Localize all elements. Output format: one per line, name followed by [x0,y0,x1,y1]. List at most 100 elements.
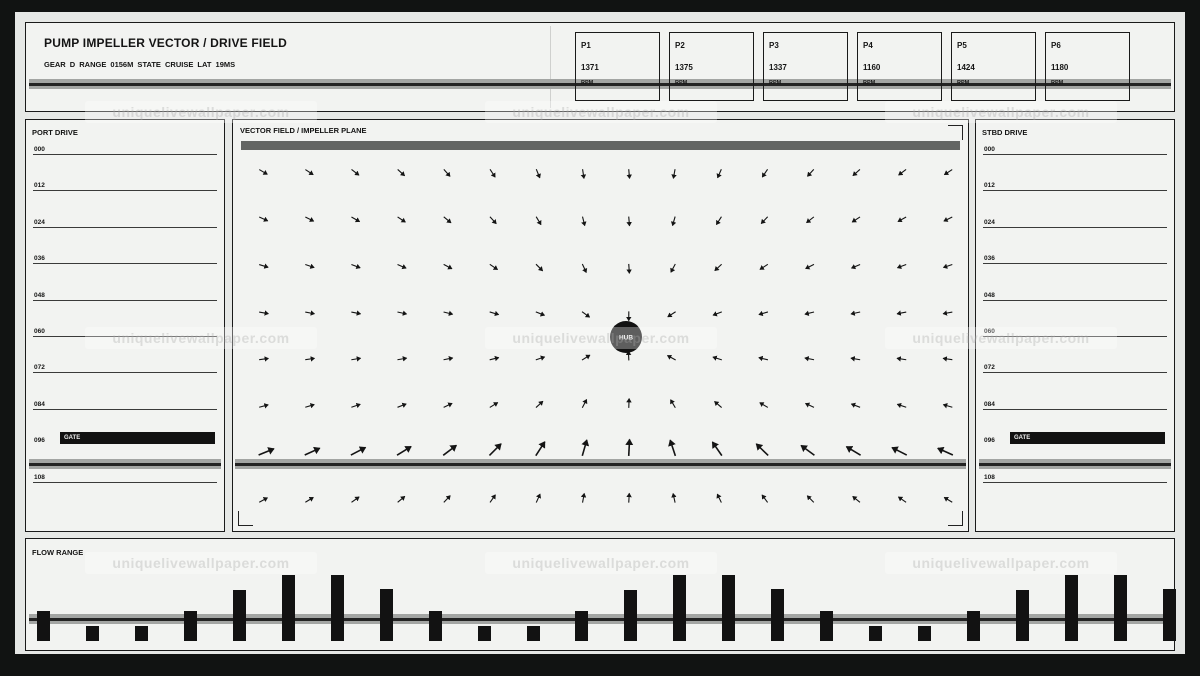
gate-marker: GATE [60,432,215,445]
watermark: uniquelivewallpaper.com [85,327,317,349]
scale-tick-label: 024 [984,218,995,226]
gate-marker: GATE [1010,432,1165,445]
vector-arrow [850,402,860,408]
vector-arrow [396,495,405,503]
watermark: uniquelivewallpaper.com [485,101,717,123]
vector-arrow [489,310,499,316]
vector-arrow [670,215,676,226]
vector-arrow [303,446,320,456]
vector-arrow [442,402,453,408]
vector-arrow [489,168,496,178]
vector-arrow [624,438,633,456]
pump-rpm-unit: RPM [769,80,782,86]
flow-bar [1162,589,1176,641]
vector-arrow [350,495,360,503]
vector-arrow [711,355,722,361]
vector-arrow [350,168,359,176]
vector-arrow [442,310,453,316]
flow-range-title: FLOW RANGE [32,548,84,557]
scale-line [983,263,1167,265]
scale-line [983,372,1167,374]
pump-rpm-value: 1180 [1051,63,1069,72]
pump-label: P6 [1051,41,1061,50]
vector-arrow [489,493,496,503]
vector-arrow [757,355,768,361]
vector-arrow [890,446,907,456]
vector-arrow [625,216,632,226]
flow-bar [869,626,883,641]
vector-arrow [581,263,587,273]
pump-card-3: P3 1337 RPM [763,32,848,101]
scale-tick-label: 000 [984,146,995,153]
vector-arrow [580,215,586,226]
scale-line [33,226,217,228]
flow-bar [477,626,491,641]
scale-row: 024 [33,219,217,255]
pump-rpm-unit: RPM [675,80,688,86]
scale-tick-label: 060 [34,327,45,335]
vector-arrow [258,309,269,316]
vector-arrow [625,263,632,274]
vector-arrow [711,440,723,456]
vector-arrow [852,168,860,176]
vector-arrow [442,444,457,456]
vector-arrow [304,496,314,503]
pump-rpm-value: 1371 [581,63,599,72]
vector-arrow [535,215,541,225]
scale-tick-label: 012 [34,182,45,190]
vector-arrow [942,355,952,362]
flow-bar [771,589,785,641]
vector-arrow [851,215,860,223]
pump-card-1: P1 1371 RPM [575,32,660,101]
scale-tick-label: 084 [34,400,45,408]
flow-bar [330,575,344,641]
stbd-drive-rail [979,459,1171,469]
watermark: uniquelivewallpaper.com [885,327,1117,349]
vector-arrow [713,400,722,408]
flow-bar [967,611,981,641]
vector-arrow [942,402,952,408]
pump-card-6: P6 1180 RPM [1045,32,1130,101]
watermark: uniquelivewallpaper.com [885,552,1117,574]
scale-tick-label: 036 [984,255,995,263]
vector-arrow [396,402,407,408]
watermark: uniquelivewallpaper.com [885,101,1117,123]
header-panel: PUMP IMPELLER VECTOR / DRIVE FIELD GEAR … [25,22,1175,112]
vector-arrow [805,215,814,223]
flow-bar [1113,575,1127,641]
vector-arrow [761,168,768,177]
flow-bar [183,611,197,641]
vector-arrow [396,355,407,362]
vector-arrow [580,168,586,179]
flow-bar [379,589,393,641]
vector-arrow [350,263,361,269]
scale-row: 036 [983,255,1167,291]
flow-bar [526,626,540,641]
scale-line [983,154,1167,155]
vector-arrow [896,216,906,222]
watermark: uniquelivewallpaper.com [485,552,717,574]
scale-tick-label: 024 [34,218,45,226]
scale-tick-label: 084 [984,400,995,408]
pump-rpm-value: 1424 [957,63,975,72]
vector-arrow [670,168,677,179]
watermark: uniquelivewallpaper.com [85,101,317,123]
vector-arrow [258,168,268,175]
vector-arrow [258,263,269,269]
vector-arrow [803,355,814,361]
vector-arrow [396,215,406,223]
scale-tick-label: 096 [34,437,45,445]
vector-arrow [942,263,952,269]
vector-arrow [942,309,952,316]
vector-arrow [396,168,405,176]
scale-row: 048 [33,292,217,328]
vector-arrow [760,215,768,224]
vector-arrow [442,263,452,269]
vector-arrow [442,168,450,177]
vector-arrow [258,216,268,222]
vector-arrow [942,216,953,222]
flow-bar [232,590,246,641]
vector-arrow [625,492,632,503]
flow-bar [722,575,736,641]
flow-bar [820,611,834,641]
